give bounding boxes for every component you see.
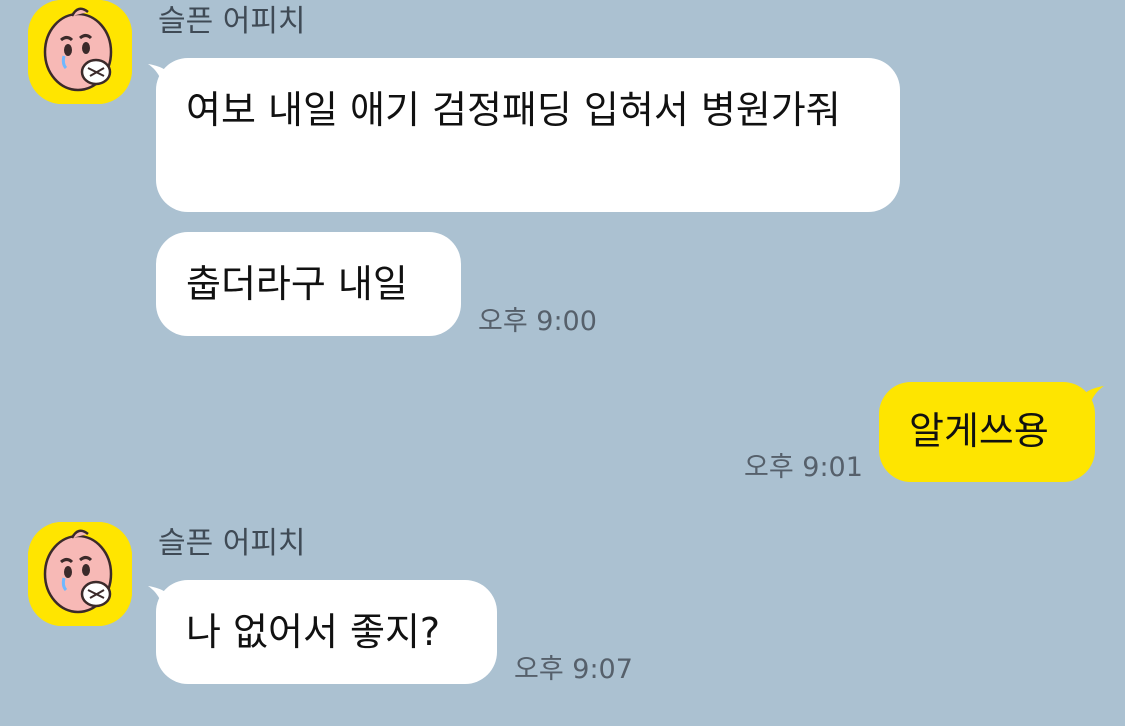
avatar[interactable] <box>28 522 132 626</box>
message-time: 오후 9:00 <box>478 306 597 337</box>
message-bubble[interactable]: 춥더라구 내일 <box>156 232 461 336</box>
message-text: 여보 내일 애기 검정패딩 입혀서 병원가줘 <box>186 88 841 132</box>
avatar[interactable] <box>28 0 132 104</box>
message-text: 나 없어서 좋지? <box>186 610 441 654</box>
message-time: 오후 9:01 <box>744 452 863 483</box>
message-text: 춥더라구 내일 <box>186 262 408 306</box>
bubble-tail <box>1066 386 1104 424</box>
message-bubble[interactable]: 알게쓰용 <box>879 382 1095 482</box>
message-bubble[interactable]: 여보 내일 애기 검정패딩 입혀서 병원가줘 <box>156 58 900 212</box>
sender-name: 슬픈 어피치 <box>158 526 306 561</box>
message-time: 오후 9:07 <box>514 654 633 685</box>
sender-name: 슬픈 어피치 <box>158 4 306 39</box>
apeach-crying-icon <box>28 0 132 104</box>
message-bubble[interactable]: 나 없어서 좋지? <box>156 580 497 684</box>
message-text: 알게쓰용 <box>909 409 1049 453</box>
apeach-crying-icon <box>28 522 132 626</box>
